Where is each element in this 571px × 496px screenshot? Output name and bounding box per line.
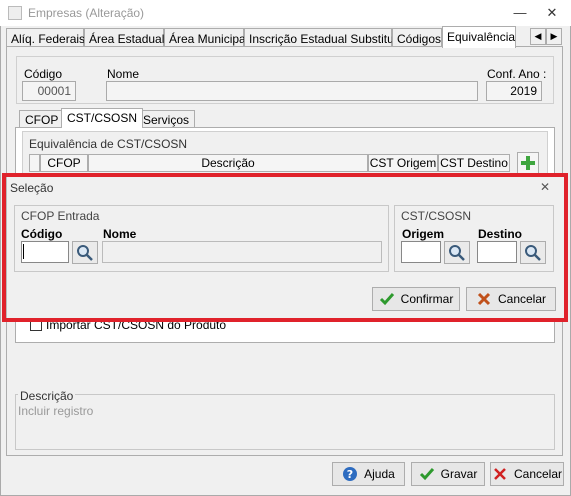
- descricao-group: [15, 394, 555, 450]
- origem-input[interactable]: [401, 241, 441, 263]
- codigo-field: 00001: [22, 81, 76, 101]
- cst-csosn-title: CST/CSOSN: [401, 209, 472, 223]
- confirmar-label: Confirmar: [400, 292, 454, 306]
- grid-header-cfop[interactable]: CFOP: [40, 154, 88, 172]
- gravar-label: Gravar: [440, 467, 478, 481]
- search-icon: [449, 245, 465, 261]
- text-cursor: [23, 244, 24, 259]
- tab-scroll-left-button[interactable]: ◀: [530, 28, 546, 45]
- minimize-button[interactable]: —: [508, 4, 532, 22]
- origem-label: Origem: [402, 227, 445, 241]
- cfop-entrada-title: CFOP Entrada: [21, 209, 100, 223]
- dialog-nome-label: Nome: [103, 227, 137, 241]
- checkmark-icon: [379, 293, 394, 306]
- tab-aliq-federais[interactable]: Alíq. Federais: [6, 28, 85, 48]
- dialog-codigo-input[interactable]: [21, 241, 69, 263]
- importar-checkbox[interactable]: [30, 319, 42, 331]
- inner-tab-servicos[interactable]: Serviços: [137, 110, 196, 128]
- tab-codigos[interactable]: Códigos: [392, 28, 442, 48]
- tab-area-estadual[interactable]: Área Estadual: [84, 28, 164, 48]
- dialog-title: Seleção: [10, 181, 54, 195]
- inner-tab-cst-csosn[interactable]: CST/CSOSN: [61, 108, 144, 128]
- codigo-label: Código: [24, 67, 63, 81]
- close-window-button[interactable]: ✕: [540, 4, 564, 22]
- grid-header-descricao[interactable]: Descrição: [88, 154, 368, 172]
- confirmar-button[interactable]: Confirmar: [372, 287, 460, 311]
- dialog-codigo-label: Código: [21, 227, 63, 241]
- cancelar-footer-label: Cancelar: [513, 467, 563, 481]
- cancelar-footer-button[interactable]: Cancelar: [490, 462, 564, 486]
- importar-label: Importar CST/CSOSN do Produto: [46, 318, 227, 332]
- window-title: Empresas (Alteração): [28, 6, 145, 20]
- cancel-x-icon: [494, 468, 506, 480]
- cancelar-dialog-button[interactable]: Cancelar: [466, 287, 556, 311]
- gravar-button[interactable]: Gravar: [411, 462, 485, 486]
- descricao-label: Descrição: [18, 389, 76, 403]
- conf-ano-label: Conf. Ano :: [487, 67, 547, 81]
- tab-scroll-right-button[interactable]: ▶: [546, 28, 562, 45]
- search-icon: [77, 245, 93, 261]
- equivalencia-title: Equivalência de CST/CSOSN: [29, 137, 188, 151]
- grid-header-cst-origem[interactable]: CST Origem: [368, 154, 438, 172]
- search-icon: [525, 245, 541, 261]
- nome-field: [106, 81, 478, 101]
- nome-label: Nome: [107, 67, 140, 81]
- tab-area-municipal[interactable]: Área Municipal: [164, 28, 248, 48]
- destino-input[interactable]: [477, 241, 517, 263]
- dialog-nome-input: [102, 241, 382, 263]
- tab-equivalencia[interactable]: Equivalência: [442, 26, 516, 48]
- destino-search-button[interactable]: [520, 241, 546, 264]
- plus-icon: [521, 156, 535, 170]
- svg-text:?: ?: [347, 468, 353, 481]
- destino-label: Destino: [478, 227, 523, 241]
- app-icon: [8, 6, 22, 20]
- tab-inscricao-estadual-substituto[interactable]: Inscrição Estadual Substituto: [244, 28, 404, 48]
- codigo-search-button[interactable]: [72, 241, 98, 264]
- conf-ano-field: 2019: [486, 81, 542, 101]
- origem-search-button[interactable]: [444, 241, 470, 264]
- add-button[interactable]: [517, 152, 539, 174]
- cancel-x-icon: [477, 292, 491, 306]
- help-icon: ?: [343, 467, 358, 481]
- descricao-text: Incluir registro: [18, 404, 94, 418]
- cancelar-dialog-label: Cancelar: [497, 292, 547, 306]
- grid-header-cst-destino[interactable]: CST Destino: [438, 154, 510, 172]
- ajuda-button[interactable]: ? Ajuda: [332, 462, 405, 486]
- grid-indicator-header: [29, 154, 40, 172]
- checkmark-icon: [419, 468, 434, 481]
- ajuda-label: Ajuda: [364, 467, 395, 481]
- dialog-close-icon[interactable]: ✕: [538, 180, 552, 194]
- inner-tab-cfop[interactable]: CFOP: [19, 110, 65, 128]
